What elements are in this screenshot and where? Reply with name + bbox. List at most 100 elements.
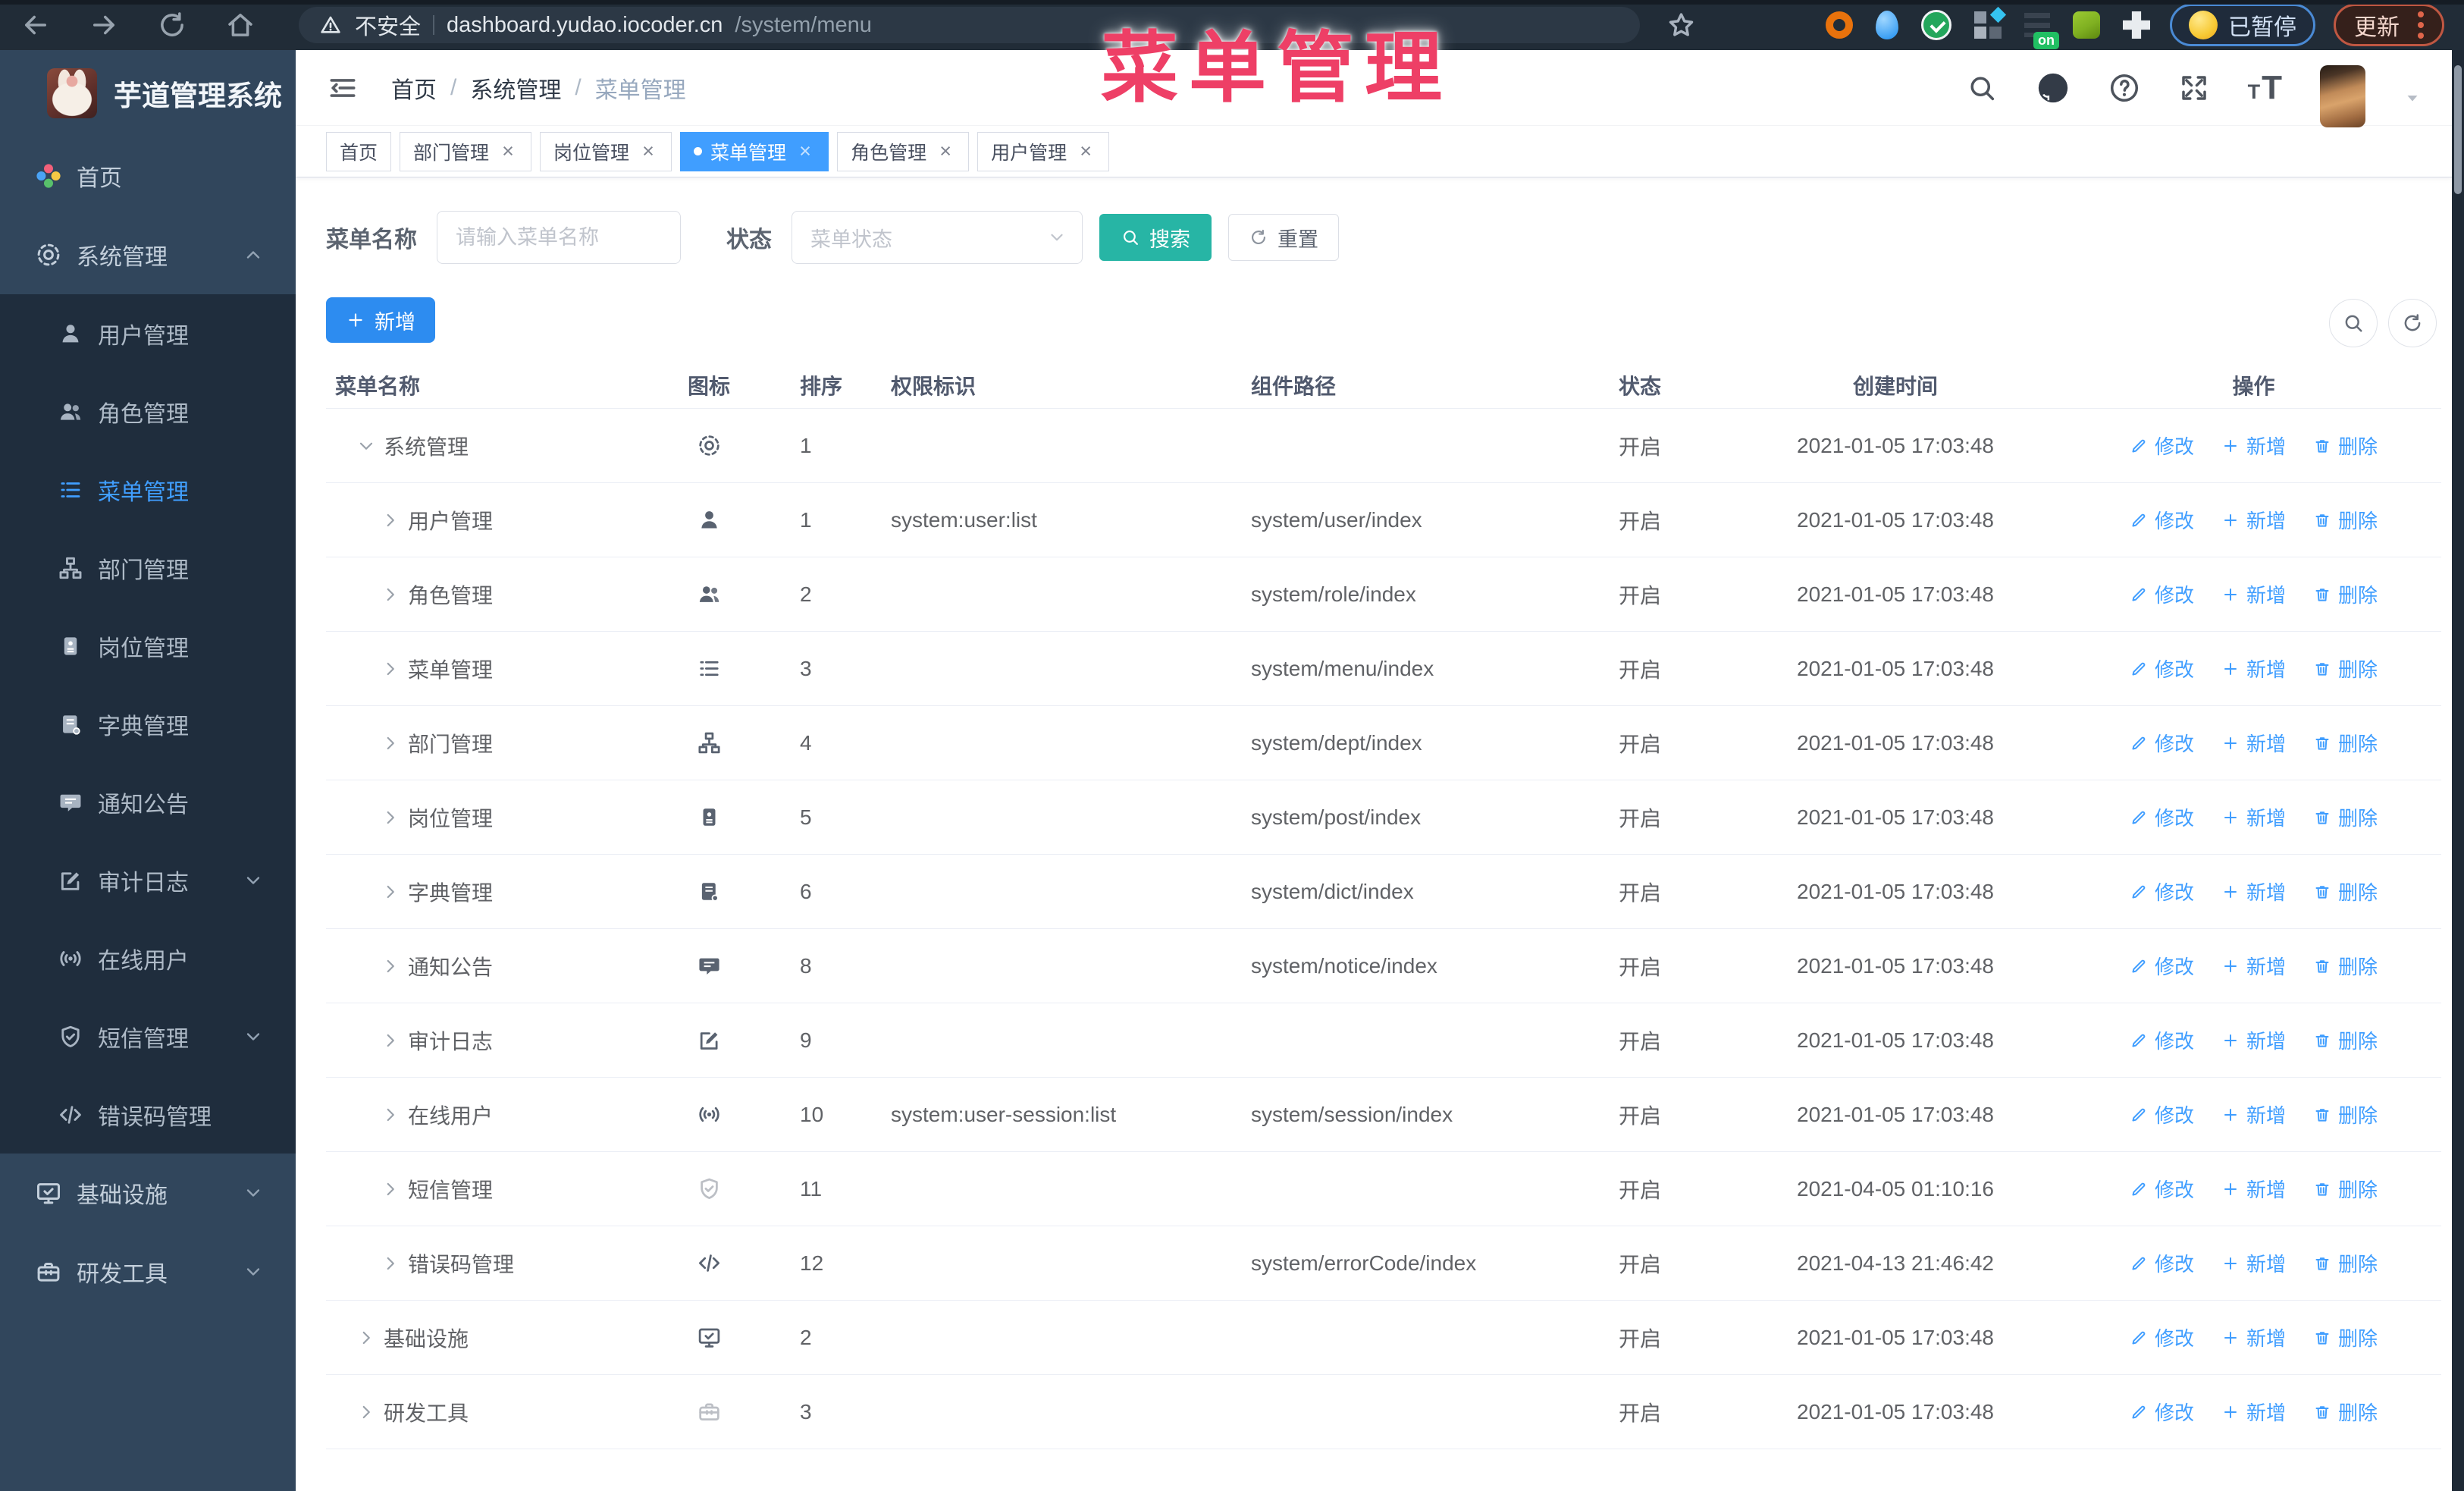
browser-update-button[interactable]: 更新 [2334, 4, 2444, 46]
add-child-link[interactable]: 新增 [2221, 1398, 2286, 1426]
sidebar-item-5[interactable]: 部门管理 [0, 529, 296, 607]
font-size-icon[interactable]: TT [2248, 69, 2282, 107]
help-icon[interactable] [2108, 72, 2140, 104]
extension-drop-icon[interactable] [1876, 11, 1898, 39]
status-select[interactable]: 菜单状态 [792, 211, 1083, 264]
sidebar-item-3[interactable]: 角色管理 [0, 372, 296, 450]
edit-link[interactable]: 修改 [2130, 729, 2194, 757]
sidebar-item-4[interactable]: 菜单管理 [0, 450, 296, 529]
edit-link[interactable]: 修改 [2130, 877, 2194, 906]
tab-1[interactable]: 部门管理 × [400, 131, 532, 171]
edit-link[interactable]: 修改 [2130, 654, 2194, 683]
edit-link[interactable]: 修改 [2130, 432, 2194, 460]
delete-link[interactable]: 删除 [2313, 803, 2378, 831]
delete-link[interactable]: 删除 [2313, 729, 2378, 757]
fullscreen-icon[interactable] [2178, 72, 2210, 104]
scrollbar-thumb[interactable] [2454, 65, 2462, 194]
forward-icon[interactable] [88, 9, 120, 41]
add-child-link[interactable]: 新增 [2221, 1026, 2286, 1054]
add-child-link[interactable]: 新增 [2221, 1175, 2286, 1203]
sidebar-item-14[interactable]: 研发工具 [0, 1232, 296, 1311]
delete-link[interactable]: 删除 [2313, 1323, 2378, 1351]
sidebar-item-7[interactable]: 字典管理 [0, 685, 296, 763]
edit-link[interactable]: 修改 [2130, 1175, 2194, 1203]
delete-link[interactable]: 删除 [2313, 877, 2378, 906]
collapse-caret-icon[interactable] [356, 436, 376, 456]
breadcrumb-item[interactable]: 首页 [391, 71, 437, 105]
delete-link[interactable]: 删除 [2313, 432, 2378, 460]
tab-close-icon[interactable]: × [1076, 141, 1096, 162]
expand-caret-icon[interactable] [381, 882, 400, 902]
tab-3[interactable]: 菜单管理 × [680, 131, 829, 171]
edit-link[interactable]: 修改 [2130, 1398, 2194, 1426]
tab-2[interactable]: 岗位管理 × [540, 131, 672, 171]
header-search-icon[interactable] [1966, 72, 1998, 104]
tab-close-icon[interactable]: × [936, 141, 955, 162]
add-child-link[interactable]: 新增 [2221, 877, 2286, 906]
add-child-link[interactable]: 新增 [2221, 432, 2286, 460]
edit-link[interactable]: 修改 [2130, 1100, 2194, 1128]
add-button[interactable]: 新增 [326, 297, 435, 343]
avatar-caret-down-icon[interactable] [2403, 89, 2422, 107]
expand-caret-icon[interactable] [381, 659, 400, 679]
sidebar-item-12[interactable]: 错误码管理 [0, 1075, 296, 1154]
edit-link[interactable]: 修改 [2130, 506, 2194, 534]
extensions-puzzle-icon[interactable] [2123, 11, 2150, 39]
edit-link[interactable]: 修改 [2130, 1026, 2194, 1054]
add-child-link[interactable]: 新增 [2221, 803, 2286, 831]
add-child-link[interactable]: 新增 [2221, 729, 2286, 757]
extension-orange-icon[interactable] [1826, 11, 1853, 39]
expand-caret-icon[interactable] [356, 1402, 376, 1422]
edit-link[interactable]: 修改 [2130, 1323, 2194, 1351]
sidebar-item-8[interactable]: 通知公告 [0, 763, 296, 841]
toggle-search-button[interactable] [2329, 299, 2378, 347]
search-button[interactable]: 搜索 [1099, 214, 1212, 261]
edit-link[interactable]: 修改 [2130, 952, 2194, 980]
reload-icon[interactable] [156, 9, 188, 41]
expand-caret-icon[interactable] [381, 808, 400, 827]
extension-check-icon[interactable] [1921, 10, 1951, 40]
sidebar-item-0[interactable]: 首页 [0, 137, 296, 215]
expand-caret-icon[interactable] [356, 1328, 376, 1348]
browser-menu-icon[interactable] [2418, 11, 2424, 39]
sidebar-item-11[interactable]: 短信管理 [0, 997, 296, 1075]
delete-link[interactable]: 删除 [2313, 654, 2378, 683]
add-child-link[interactable]: 新增 [2221, 1100, 2286, 1128]
breadcrumb-item[interactable]: 系统管理 [470, 71, 561, 105]
scrollbar[interactable] [2452, 50, 2464, 1491]
tab-0[interactable]: 首页 [326, 131, 392, 171]
sidebar-item-1[interactable]: 系统管理 [0, 215, 296, 294]
extension-on-badge-icon[interactable] [2024, 13, 2059, 49]
add-child-link[interactable]: 新增 [2221, 1323, 2286, 1351]
expand-caret-icon[interactable] [381, 956, 400, 976]
expand-caret-icon[interactable] [381, 1105, 400, 1125]
add-child-link[interactable]: 新增 [2221, 580, 2286, 608]
extension-grid-icon[interactable] [1974, 11, 2002, 39]
tab-close-icon[interactable]: × [638, 141, 658, 162]
edit-link[interactable]: 修改 [2130, 580, 2194, 608]
edit-link[interactable]: 修改 [2130, 1249, 2194, 1277]
reset-button[interactable]: 重置 [1228, 214, 1339, 261]
edit-link[interactable]: 修改 [2130, 803, 2194, 831]
delete-link[interactable]: 删除 [2313, 1100, 2378, 1128]
delete-link[interactable]: 删除 [2313, 952, 2378, 980]
tab-close-icon[interactable]: × [795, 141, 815, 162]
home-icon[interactable] [224, 9, 256, 41]
github-icon[interactable] [2036, 71, 2071, 105]
user-avatar[interactable] [2320, 64, 2365, 127]
sidebar-collapse-icon[interactable] [326, 71, 359, 105]
back-icon[interactable] [20, 9, 52, 41]
sidebar-item-2[interactable]: 用户管理 [0, 294, 296, 372]
delete-link[interactable]: 删除 [2313, 1026, 2378, 1054]
sidebar-item-13[interactable]: 基础设施 [0, 1154, 296, 1232]
expand-caret-icon[interactable] [381, 1031, 400, 1050]
delete-link[interactable]: 删除 [2313, 1398, 2378, 1426]
expand-caret-icon[interactable] [381, 733, 400, 753]
expand-caret-icon[interactable] [381, 1179, 400, 1199]
sidebar-item-6[interactable]: 岗位管理 [0, 607, 296, 685]
extension-green-icon[interactable] [2073, 11, 2100, 39]
menu-name-input[interactable] [437, 211, 681, 264]
add-child-link[interactable]: 新增 [2221, 506, 2286, 534]
delete-link[interactable]: 删除 [2313, 506, 2378, 534]
bookmark-star-icon[interactable] [1666, 9, 1697, 41]
